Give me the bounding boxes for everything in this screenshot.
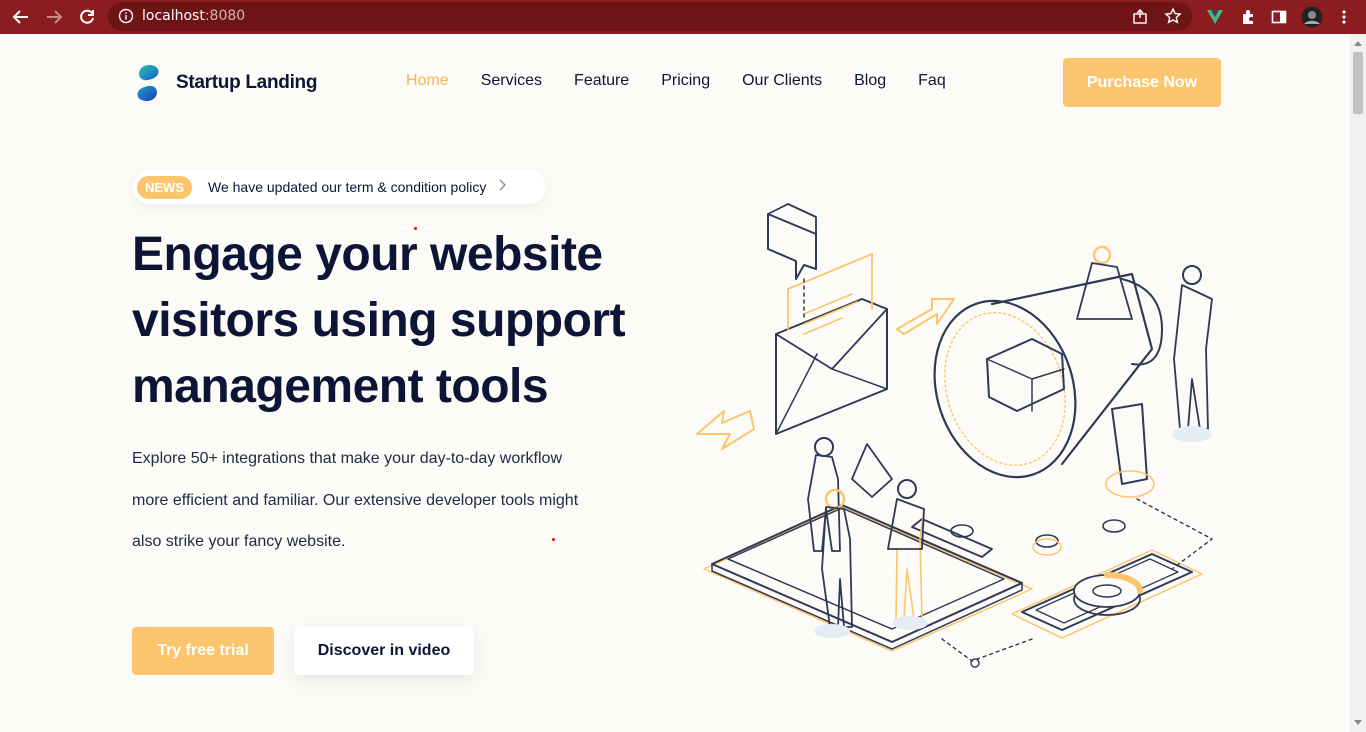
news-banner[interactable]: NEWS We have updated our term & conditio… — [133, 170, 546, 204]
nav-services[interactable]: Services — [481, 72, 542, 90]
hero-illustration — [696, 203, 1213, 668]
nav-home[interactable]: Home — [406, 72, 449, 90]
info-icon[interactable] — [118, 8, 134, 28]
url-text: localhost:8080 — [142, 8, 245, 24]
headline-line: management tools — [132, 360, 549, 413]
nav-feature[interactable]: Feature — [574, 72, 629, 90]
brand-mark-icon — [137, 65, 159, 101]
description-line: Explore 50+ integrations that make your … — [132, 450, 562, 467]
address-bar[interactable]: localhost:8080 — [108, 2, 1192, 31]
scroll-down-icon[interactable] — [1354, 720, 1362, 725]
forward-icon[interactable] — [42, 5, 66, 29]
page-scrollbar[interactable] — [1350, 34, 1366, 732]
scrollbar-thumb[interactable] — [1353, 52, 1363, 114]
brand-name: Startup Landing — [176, 72, 318, 93]
nav-pricing[interactable]: Pricing — [661, 72, 710, 90]
headline-line: visitors using support — [132, 294, 626, 347]
nav-faq[interactable]: Faq — [918, 72, 946, 90]
back-icon[interactable] — [9, 5, 33, 29]
extensions-icon[interactable] — [1236, 5, 1260, 29]
side-panel-icon[interactable] — [1267, 5, 1291, 29]
nav-our-clients[interactable]: Our Clients — [742, 72, 822, 90]
news-message: We have updated our term & condition pol… — [208, 179, 487, 195]
try-free-trial-button[interactable]: Try free trial — [132, 627, 274, 675]
decorative-dot — [414, 227, 417, 230]
reload-icon[interactable] — [75, 5, 99, 29]
url-port: :8080 — [204, 8, 246, 24]
vue-devtools-icon[interactable] — [1203, 5, 1227, 29]
news-badge: NEWS — [137, 175, 192, 199]
chevron-right-icon — [498, 179, 507, 195]
brand-logo[interactable]: Startup Landing — [133, 64, 317, 102]
url-host: localhost — [142, 8, 205, 24]
description-line: also strike your fancy website. — [132, 533, 346, 550]
bookmark-star-icon[interactable] — [1164, 7, 1182, 29]
main-navigation: Home Services Feature Pricing Our Client… — [406, 72, 978, 90]
profile-avatar[interactable] — [1300, 5, 1324, 29]
hero-description: Explore 50+ integrations that make your … — [132, 438, 622, 563]
landing-page: Startup Landing Home Services Feature Pr… — [0, 34, 1350, 732]
browser-toolbar: localhost:8080 — [0, 0, 1366, 34]
discover-video-button[interactable]: Discover in video — [294, 627, 474, 675]
purchase-now-button[interactable]: Purchase Now — [1063, 58, 1221, 107]
headline-line: Engage your website — [132, 228, 603, 281]
nav-blog[interactable]: Blog — [854, 72, 886, 90]
scroll-up-icon[interactable] — [1354, 41, 1362, 46]
browser-menu-icon[interactable] — [1332, 5, 1356, 29]
hero-headline: Engage your website visitors using suppo… — [132, 222, 652, 420]
share-icon[interactable] — [1132, 8, 1150, 28]
decorative-dot — [552, 538, 555, 541]
description-line: more efficient and familiar. Our extensi… — [132, 491, 579, 509]
